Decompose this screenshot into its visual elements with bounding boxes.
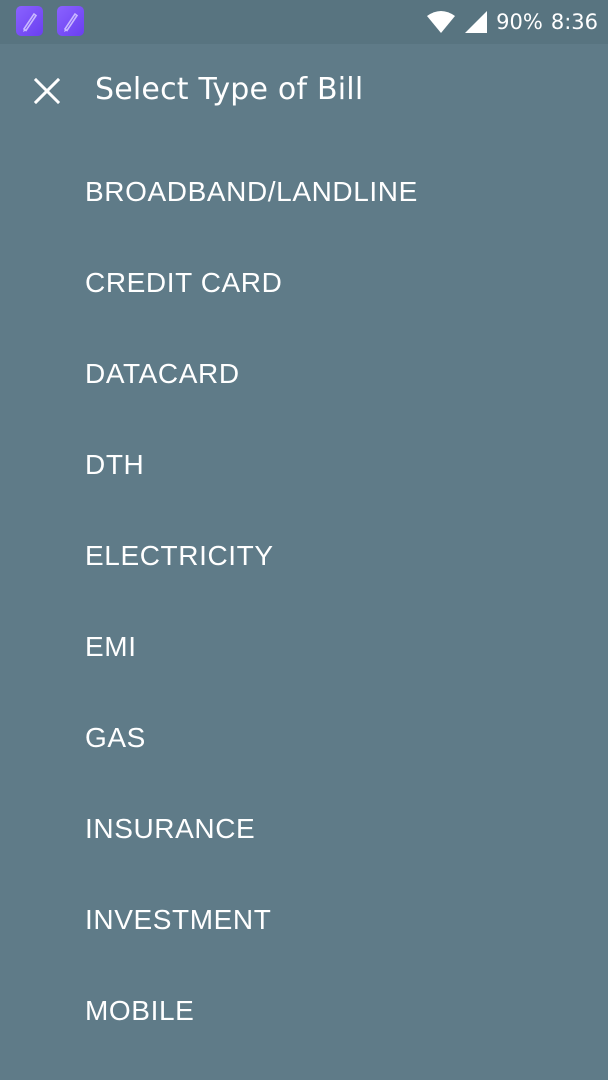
bill-type-emi[interactable]: EMI [0,601,608,692]
clock: 8:36 [550,10,598,34]
status-bar: 90% 8:36 [0,0,608,44]
page-title: Select Type of Bill [95,72,364,107]
bill-type-broadband-landline[interactable]: BROADBAND/LANDLINE [0,146,608,237]
pen-app-icon [57,6,84,36]
bill-type-investment[interactable]: INVESTMENT [0,874,608,965]
bill-type-dth[interactable]: DTH [0,419,608,510]
bill-type-insurance[interactable]: INSURANCE [0,783,608,874]
status-indicators: 90% 8:36 [426,0,598,44]
bill-type-list: BROADBAND/LANDLINE CREDIT CARD DATACARD … [0,146,608,1056]
toolbar: Select Type of Bill [0,44,608,139]
close-button[interactable] [22,66,72,116]
bill-type-credit-card[interactable]: CREDIT CARD [0,237,608,328]
pen-app-icon [16,6,43,36]
bill-type-electricity[interactable]: ELECTRICITY [0,510,608,601]
signal-icon [464,10,488,34]
bill-type-gas[interactable]: GAS [0,692,608,783]
bill-type-datacard[interactable]: DATACARD [0,328,608,419]
bill-type-mobile[interactable]: MOBILE [0,965,608,1056]
battery-level: 90% [496,10,543,34]
wifi-icon [426,10,456,34]
close-icon [34,78,60,104]
